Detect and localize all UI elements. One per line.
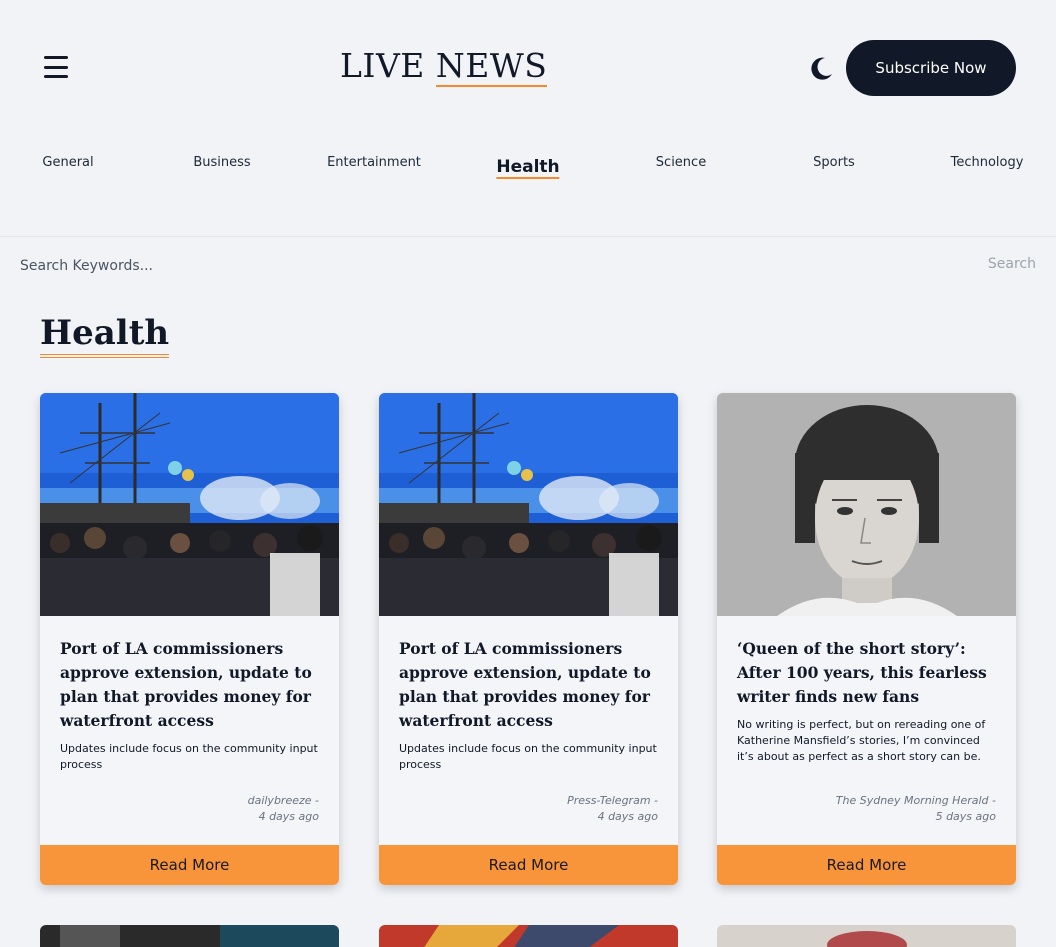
article-image-ship[interactable] xyxy=(40,393,339,616)
article-meta: The Sydney Morning Herald - 5 days ago xyxy=(796,793,996,825)
header-divider xyxy=(0,236,1056,237)
read-more-button[interactable]: Read More xyxy=(717,845,1016,885)
article-meta: dailybreeze - 4 days ago xyxy=(119,793,319,825)
logo-news: NEWS xyxy=(435,46,548,87)
search-button[interactable]: Search xyxy=(988,256,1036,272)
article-description: Updates include focus on the community i… xyxy=(399,742,657,771)
article-image-peek[interactable] xyxy=(379,925,678,947)
article-source: Press-Telegram - xyxy=(567,794,658,807)
article-title[interactable]: Port of LA commissioners approve extensi… xyxy=(399,637,661,733)
category-nav: General Business Entertainment Health Sc… xyxy=(0,150,1056,190)
logo-live: LIVE xyxy=(340,46,425,85)
subscribe-button[interactable]: Subscribe Now xyxy=(846,40,1016,96)
category-health[interactable]: Health xyxy=(496,157,560,179)
article-image-ship[interactable] xyxy=(379,393,678,616)
category-science[interactable]: Science xyxy=(656,155,706,170)
read-more-button[interactable]: Read More xyxy=(40,845,339,885)
category-technology[interactable]: Technology xyxy=(951,155,1024,170)
article-source: dailybreeze - xyxy=(247,794,319,807)
article-title[interactable]: Port of LA commissioners approve extensi… xyxy=(60,637,322,733)
category-general[interactable]: General xyxy=(42,155,93,170)
hamburger-icon[interactable] xyxy=(44,56,68,78)
category-business[interactable]: Business xyxy=(193,155,250,170)
article-source: The Sydney Morning Herald - xyxy=(835,794,996,807)
site-header: LIVE NEWS Subscribe Now xyxy=(0,0,1056,135)
category-sports[interactable]: Sports xyxy=(813,155,855,170)
article-card: Port of LA commissioners approve extensi… xyxy=(379,393,678,885)
article-time: 5 days ago xyxy=(935,810,996,823)
article-time: 4 days ago xyxy=(597,810,658,823)
article-image-peek[interactable] xyxy=(40,925,339,947)
article-title[interactable]: ‘Queen of the short story’: After 100 ye… xyxy=(737,637,999,709)
category-entertainment[interactable]: Entertainment xyxy=(327,155,421,170)
article-description: Updates include focus on the community i… xyxy=(60,742,318,771)
search-input[interactable] xyxy=(20,252,920,280)
article-description: No writing is perfect, but on rereading … xyxy=(737,718,986,763)
article-card: ‘Queen of the short story’: After 100 ye… xyxy=(717,393,1016,885)
site-logo[interactable]: LIVE NEWS xyxy=(340,46,548,87)
read-more-button[interactable]: Read More xyxy=(379,845,678,885)
article-time: 4 days ago xyxy=(258,810,319,823)
article-meta: Press-Telegram - 4 days ago xyxy=(458,793,658,825)
article-image-peek[interactable] xyxy=(717,925,1016,947)
section-title: Health xyxy=(40,312,170,358)
moon-icon[interactable] xyxy=(806,54,836,84)
article-image-portrait[interactable] xyxy=(717,393,1016,616)
article-card: Port of LA commissioners approve extensi… xyxy=(40,393,339,885)
